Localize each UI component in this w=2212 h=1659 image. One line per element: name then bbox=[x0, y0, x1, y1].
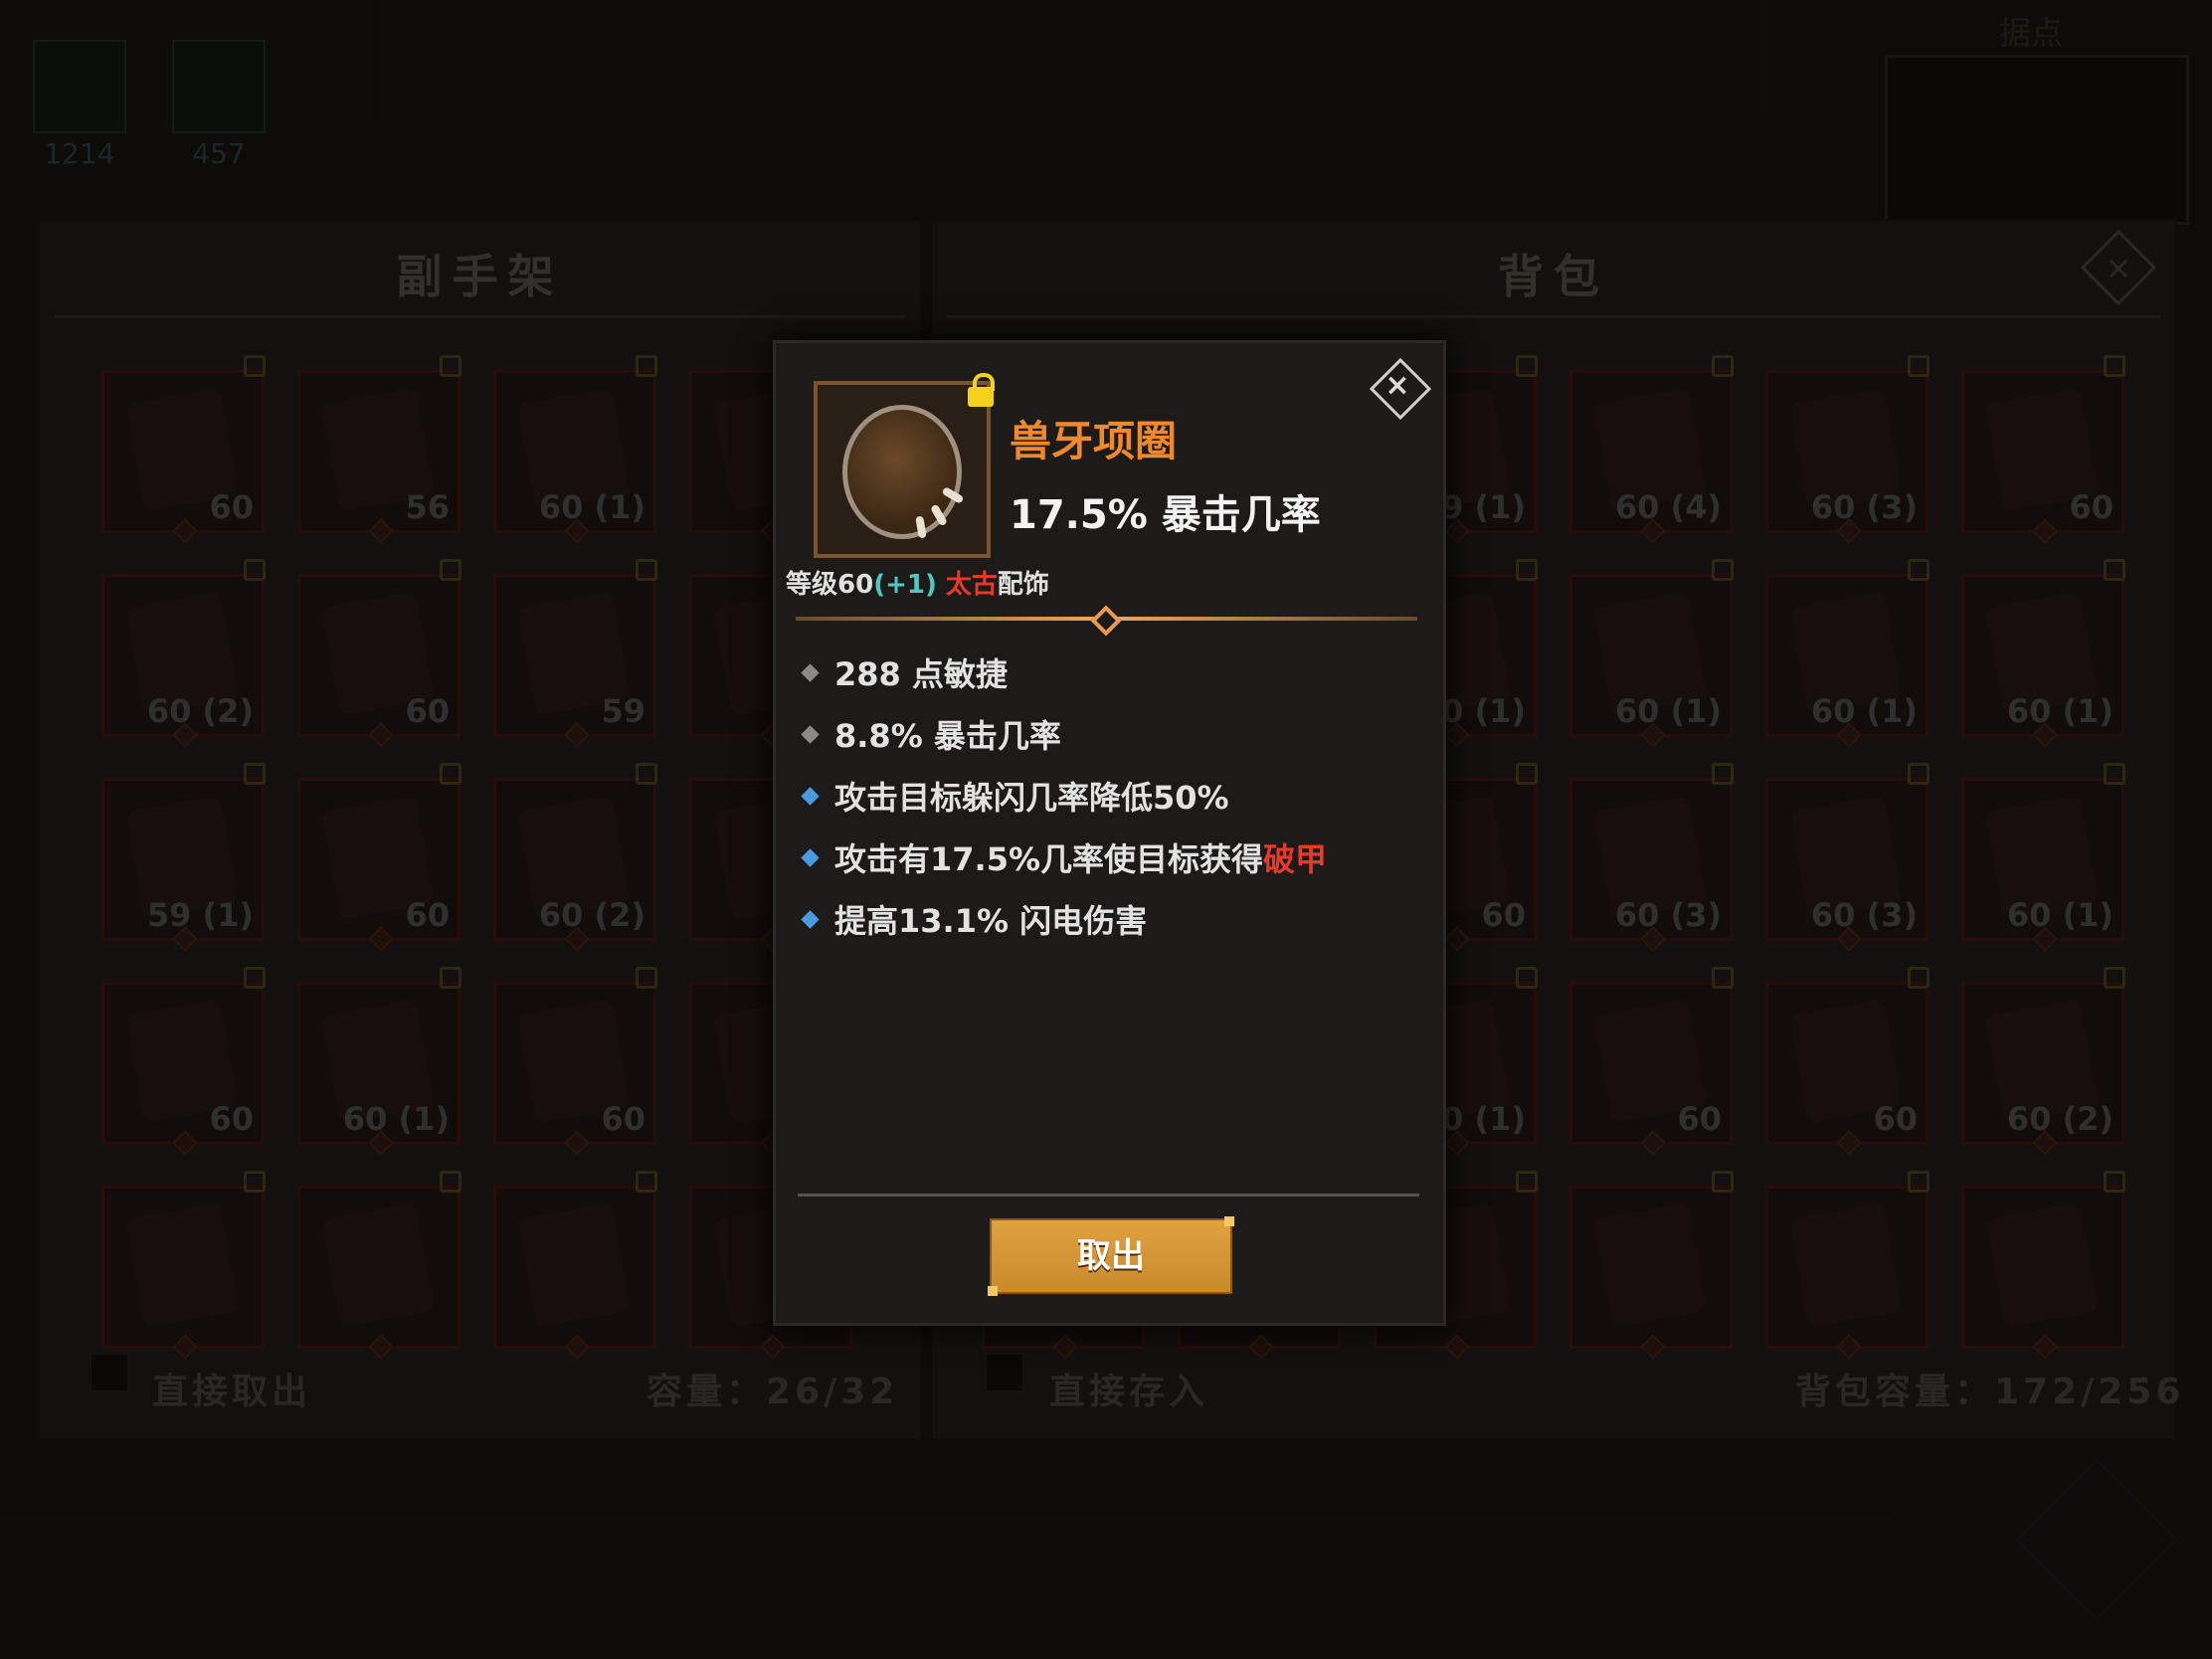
affix-item: 提高13.1% 闪电伤害 bbox=[796, 888, 1412, 950]
item-slot-type: 配饰 bbox=[997, 570, 1049, 600]
item-tier: 太古 bbox=[945, 570, 998, 600]
grey-diamond-icon bbox=[801, 662, 820, 682]
item-level: 等级60 bbox=[786, 570, 874, 600]
take-out-button[interactable]: 取出 bbox=[988, 1216, 1234, 1296]
item-main-stat: 17.5% 暴击几率 bbox=[1010, 492, 1321, 538]
affix-text: 8.8% 暴击几率 bbox=[834, 717, 1061, 755]
close-icon: × bbox=[1384, 368, 1410, 403]
item-level-line: 等级60(+1) 太古配饰 bbox=[786, 564, 1049, 601]
blue-diamond-icon bbox=[801, 909, 820, 929]
item-name: 兽牙项圈 bbox=[1010, 417, 1178, 465]
item-level-bonus: (+1) bbox=[873, 570, 937, 600]
blue-diamond-icon bbox=[801, 847, 820, 867]
blue-diamond-icon bbox=[801, 786, 820, 806]
divider-gem-icon bbox=[1090, 605, 1122, 637]
affix-text: 288 点敏捷 bbox=[834, 655, 1008, 693]
take-out-label: 取出 bbox=[1077, 1236, 1145, 1276]
affix-list: 288 点敏捷 8.8% 暴击几率 攻击目标躲闪几率降低50% 攻击有17.5%… bbox=[796, 642, 1412, 950]
affix-keyword: 破甲 bbox=[1263, 840, 1328, 878]
lock-icon[interactable] bbox=[968, 373, 995, 407]
popup-close-button[interactable]: × bbox=[1369, 357, 1432, 421]
affix-item: 攻击目标躲闪几率降低50% bbox=[796, 765, 1412, 827]
footer-divider bbox=[798, 1194, 1419, 1197]
affix-text: 提高13.1% 闪电伤害 bbox=[834, 902, 1148, 940]
affix-text: 攻击目标躲闪几率降低50% bbox=[834, 779, 1229, 817]
affix-item: 攻击有17.5%几率使目标获得 破甲 bbox=[796, 827, 1412, 888]
affix-item: 288 点敏捷 bbox=[796, 642, 1412, 703]
item-icon-frame bbox=[814, 381, 991, 558]
affix-item: 8.8% 暴击几率 bbox=[796, 703, 1412, 765]
grey-diamond-icon bbox=[801, 724, 820, 744]
item-detail-popup: 兽牙项圈 17.5% 暴击几率 × 等级60(+1) 太古配饰 288 点敏捷 … bbox=[773, 340, 1446, 1326]
affix-text: 攻击有17.5%几率使目标获得 bbox=[834, 840, 1264, 878]
